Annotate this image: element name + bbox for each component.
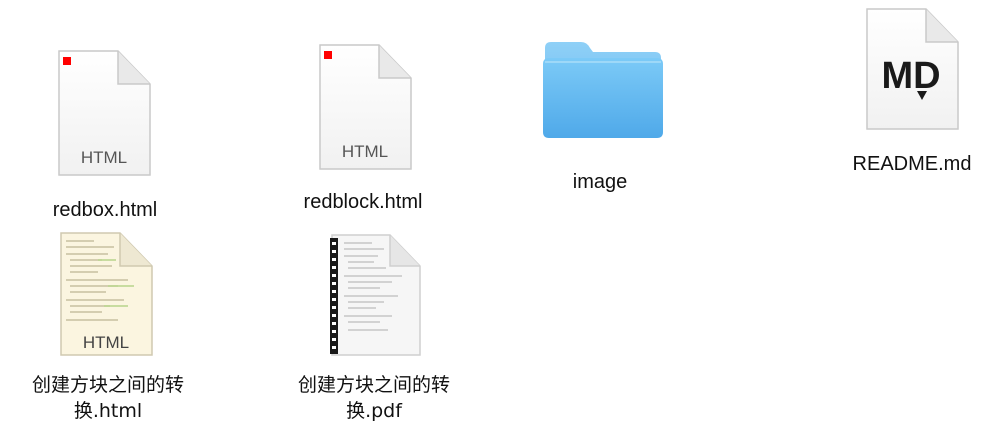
markdown-file-icon[interactable]: MD [864, 8, 960, 132]
svg-text:MD: MD [881, 55, 940, 97]
folder-icon[interactable] [541, 40, 665, 140]
html-file-icon[interactable]: HTML [317, 44, 413, 172]
svg-text:HTML: HTML [342, 142, 388, 161]
html-file-icon[interactable]: HTML [56, 50, 152, 178]
file-name-line-1: 创建方块之间的转 [297, 374, 450, 396]
file-name-label: README.md [852, 153, 972, 175]
file-name-line-2: 换.pdf [346, 400, 402, 422]
svg-text:HTML: HTML [81, 148, 127, 167]
file-name-line-2: 换.html [73, 400, 143, 422]
folder-name-label: image [572, 171, 628, 193]
file-name-label: redbox.html [52, 199, 158, 221]
file-name-label: 创建方块之间的转 换.pdf [276, 372, 472, 424]
file-name-line-1: 创建方块之间的转 [31, 374, 184, 396]
pdf-preview-file-icon[interactable] [326, 234, 422, 358]
file-name-label: 创建方块之间的转 换.html [10, 372, 206, 424]
html-preview-file-icon[interactable]: HTML [58, 232, 154, 358]
file-name-label: redblock.html [303, 191, 423, 213]
svg-text:HTML: HTML [83, 333, 129, 352]
